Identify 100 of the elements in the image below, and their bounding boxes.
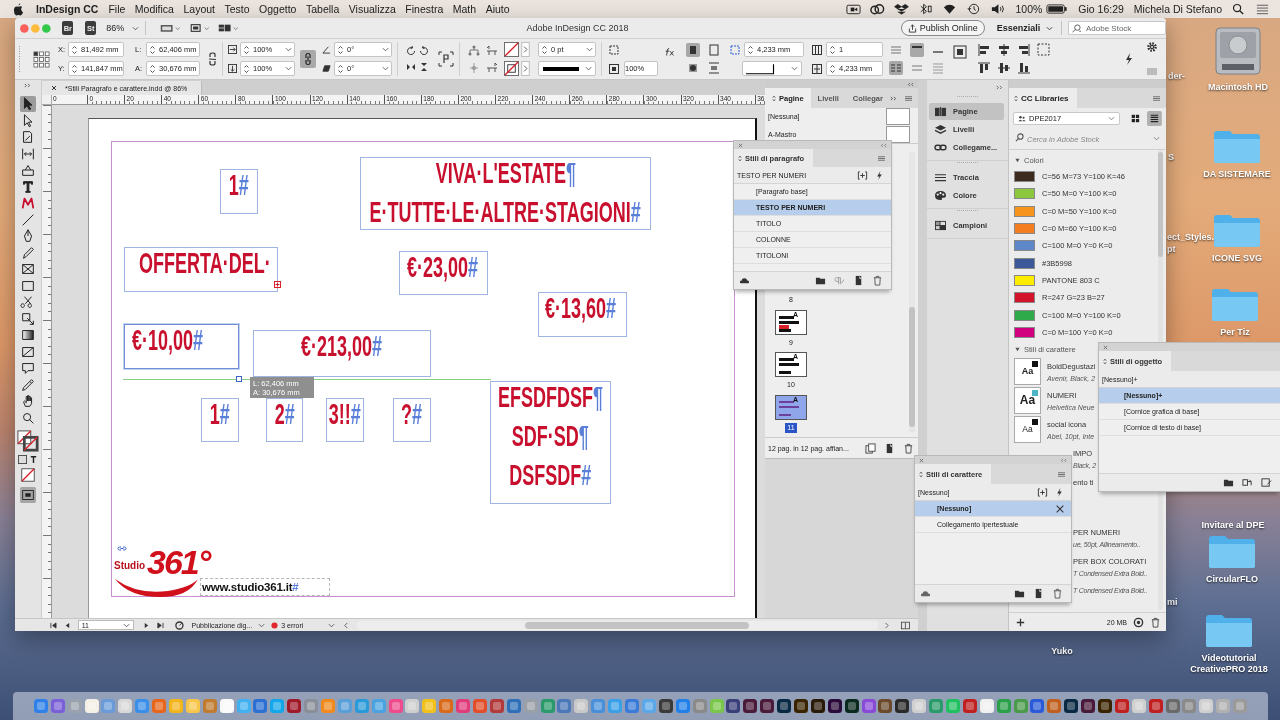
fill-stroke-icon[interactable] — [17, 430, 39, 452]
app-icon[interactable] — [894, 698, 911, 714]
chevron-icon[interactable] — [285, 47, 292, 52]
cross-icon[interactable] — [1055, 503, 1065, 514]
chevron-icon[interactable] — [586, 47, 593, 52]
hierarchy-arrow-icon[interactable] — [485, 44, 498, 57]
color-swatch-icon[interactable] — [1014, 171, 1035, 183]
disclosure-triangle-icon[interactable] — [1015, 347, 1020, 353]
scrollbar-track[interactable] — [909, 152, 915, 434]
collapse-icon[interactable] — [879, 142, 887, 148]
previous-page-icon[interactable] — [63, 621, 71, 629]
color-swatch-icon[interactable] — [1014, 188, 1035, 200]
app-icon[interactable] — [742, 698, 759, 714]
trash-icon[interactable] — [1052, 588, 1063, 599]
app-icon[interactable] — [843, 698, 860, 714]
color-swatch-icon[interactable] — [1014, 205, 1035, 217]
workspace-dropdown[interactable]: Essenziali — [996, 23, 1054, 33]
style-preview[interactable]: Aa — [1014, 386, 1041, 414]
text-frame[interactable]: €·13,60# — [538, 292, 627, 337]
plus-icon[interactable] — [1015, 616, 1026, 628]
top-bar-button[interactable] — [910, 43, 924, 57]
pencil-icon[interactable] — [20, 244, 36, 261]
color-swatch-icon[interactable] — [1014, 309, 1035, 321]
screen-mode-icon[interactable] — [20, 486, 36, 503]
frame-icon[interactable] — [20, 261, 36, 277]
ruler-origin[interactable] — [42, 95, 52, 105]
trash-icon[interactable] — [872, 275, 883, 286]
folder-icon[interactable] — [1223, 477, 1234, 488]
screen-mode-icon[interactable] — [160, 22, 174, 34]
pressed-frame-button[interactable] — [686, 43, 700, 57]
menu-item[interactable]: Math — [452, 3, 477, 15]
no-stroke-swatch-icon[interactable] — [504, 61, 519, 76]
text-frame[interactable]: 3!!# — [326, 398, 364, 442]
app-icon[interactable] — [286, 698, 303, 714]
collapse-icon[interactable] — [996, 85, 1004, 90]
text-format-icon[interactable] — [29, 455, 38, 464]
rotate-clockwise-icon[interactable] — [406, 46, 416, 56]
spinner-icon[interactable] — [243, 62, 250, 75]
menu-item[interactable]: Modifica — [134, 3, 174, 15]
spinner-icon[interactable] — [149, 43, 156, 56]
gradient-icon[interactable] — [20, 327, 36, 343]
spinner-icon[interactable] — [243, 43, 250, 56]
app-icon[interactable] — [1063, 698, 1080, 714]
tray-icon[interactable] — [20, 162, 36, 178]
container-bracket-icon[interactable] — [438, 51, 454, 67]
align-right-icon[interactable] — [1017, 43, 1031, 57]
align-horizontal-center-icon[interactable] — [997, 43, 1011, 57]
text-frame[interactable]: OFFERTA·DEL· — [124, 247, 278, 292]
app-icon[interactable] — [776, 698, 793, 714]
inset-icon[interactable] — [730, 44, 740, 55]
overset-text-icon[interactable] — [274, 281, 281, 288]
spinner-icon[interactable] — [71, 43, 78, 56]
fit-frame-icon[interactable] — [609, 44, 619, 55]
text-frame[interactable]: www.studio361.it# — [200, 578, 330, 596]
master-thumbnail[interactable] — [886, 108, 910, 126]
flip-vertical-icon[interactable] — [419, 62, 429, 72]
arrange-documents-icon[interactable] — [217, 22, 232, 34]
align-to-icon[interactable] — [953, 45, 967, 59]
box-icon[interactable] — [894, 3, 910, 15]
spinner-icon[interactable] — [747, 43, 754, 56]
corner-shape-dropdown[interactable] — [742, 61, 802, 76]
first-page-icon[interactable] — [50, 621, 57, 629]
text-frame[interactable]: 1# — [220, 169, 258, 214]
desktop-icon-label[interactable]: Videotutorial CreativePRO 2018 — [1178, 653, 1280, 675]
menu-item[interactable]: Layout — [183, 3, 215, 15]
chevron-right-icon[interactable] — [521, 61, 530, 76]
battery-icon[interactable] — [1046, 3, 1069, 15]
eyedropper-icon[interactable] — [20, 376, 36, 393]
split-view-icon[interactable] — [901, 620, 910, 630]
trash-icon[interactable] — [902, 442, 914, 454]
new-style-icon[interactable] — [853, 275, 864, 286]
new-style-from-override-icon[interactable] — [857, 169, 868, 181]
spinner-icon[interactable] — [541, 43, 548, 56]
menu-item[interactable]: Oggetto — [259, 3, 297, 15]
app-icon[interactable] — [826, 698, 843, 714]
gutter-icon[interactable] — [812, 63, 822, 74]
container-format-icon[interactable] — [18, 455, 27, 464]
folder-icon[interactable] — [815, 275, 826, 286]
bluetooth-icon[interactable] — [918, 3, 934, 15]
hard-drive-icon[interactable] — [1214, 25, 1262, 77]
text-frame[interactable]: €·23,00# — [399, 251, 488, 295]
wifi-icon[interactable] — [942, 3, 958, 15]
align-bottom-icon[interactable] — [1017, 61, 1031, 75]
list-icon[interactable] — [1255, 3, 1270, 15]
desktop-icon-label[interactable]: Invitare al DPE — [1201, 520, 1265, 531]
apple-logo-icon[interactable] — [13, 2, 24, 16]
chevron-icon[interactable] — [175, 25, 181, 31]
chevron-icon[interactable] — [585, 66, 592, 71]
app-icon[interactable] — [792, 698, 809, 714]
scroll-left-icon[interactable] — [343, 621, 351, 629]
folder-icon[interactable] — [1014, 588, 1025, 599]
preflight-icon[interactable] — [174, 620, 184, 630]
collapse-icon[interactable] — [906, 81, 914, 87]
resize-handle[interactable] — [236, 376, 242, 382]
chevron-icon[interactable] — [791, 66, 798, 71]
collapse-icon[interactable] — [1059, 457, 1067, 463]
no-color-icon[interactable] — [20, 467, 36, 483]
text-frame[interactable]: €·213,00# — [253, 330, 431, 377]
menu-item[interactable]: Visualizza — [348, 3, 396, 15]
app-icon[interactable] — [1080, 698, 1097, 714]
